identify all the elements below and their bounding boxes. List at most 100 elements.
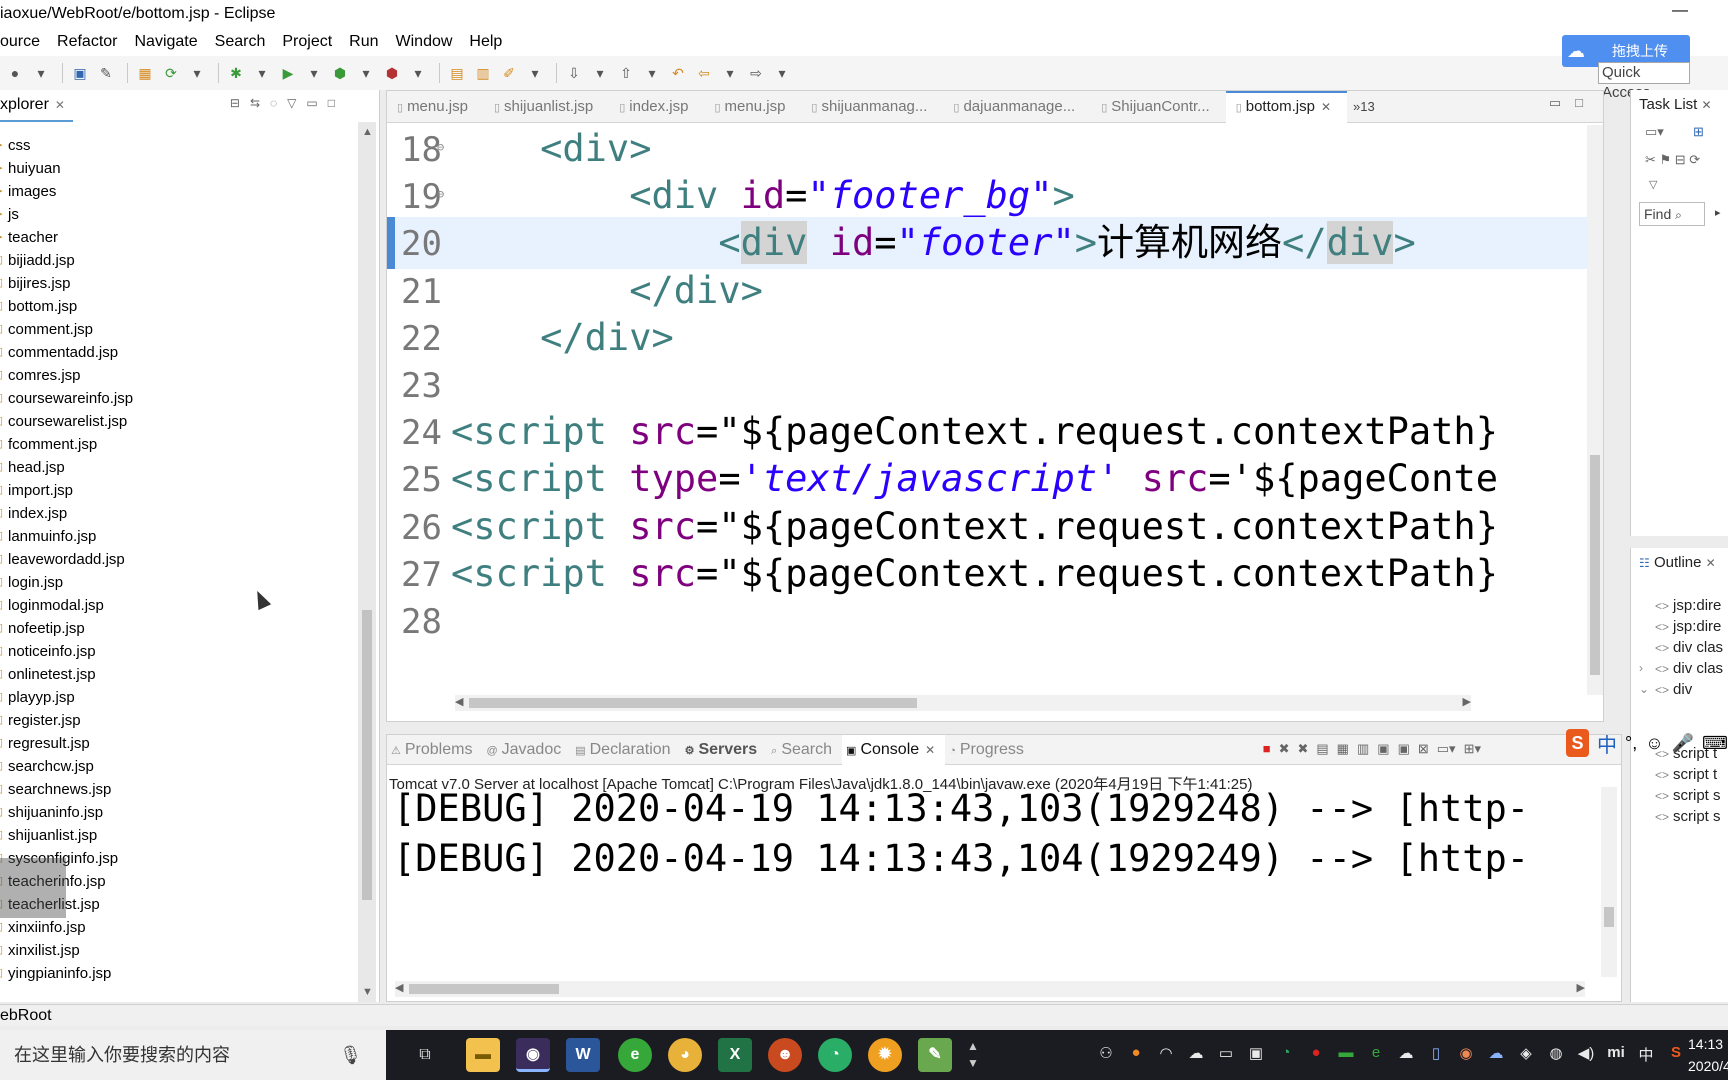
code-line[interactable]: 20 <div id="footer">计算机网络</div>	[387, 217, 1587, 270]
tree-item[interactable]: ▯ xinxiinfo.jsp	[0, 916, 356, 939]
skip-breakpoints-icon[interactable]: ✎	[95, 62, 117, 84]
battery-icon[interactable]: ▭	[1216, 1044, 1236, 1065]
code-line[interactable]: 19⊖ <div id="footer_bg">	[387, 170, 1587, 222]
open-console-icon[interactable]: ⊞▾	[1464, 741, 1481, 757]
cloud-sync-icon[interactable]: ☁	[1186, 1044, 1206, 1065]
console-tab[interactable]: ◔ Progress	[945, 741, 1034, 759]
menu-item[interactable]: Search	[215, 33, 266, 51]
collapse-all-icon[interactable]: ⊟	[230, 96, 240, 110]
chevron-down-icon[interactable]: ▾	[719, 62, 741, 84]
wechat-icon[interactable]: ◔	[818, 1038, 852, 1072]
editor-tab[interactable]: ▯ shijuanlist.jsp	[484, 91, 609, 123]
display-console-icon[interactable]: ▭▾	[1437, 741, 1456, 757]
debug-bug-icon[interactable]: ✱	[225, 62, 247, 84]
chevron-down-icon[interactable]: ▾	[186, 62, 208, 84]
outline-tab[interactable]: ☷ Outline ✕	[1639, 554, 1716, 571]
tree-item[interactable]: ▯ noticeinfo.jsp	[0, 640, 356, 663]
build-icon[interactable]: ▦	[134, 62, 156, 84]
tree-item[interactable]: ▯ yingpianinfo.jsp	[0, 962, 356, 985]
code-line[interactable]: 21 </div>	[387, 265, 1587, 317]
tree-item[interactable]: ▯ playyp.jsp	[0, 686, 356, 709]
console-tab[interactable]: @ Javadoc	[482, 741, 571, 759]
code-area[interactable]: 18⊖ <div> 19⊖ <div id="footer_bg"> 20 <div…	[387, 123, 1587, 693]
categories-icon[interactable]: ⊞	[1693, 124, 1704, 140]
menu-item[interactable]: Project	[282, 33, 332, 51]
language-indicator[interactable]: 中	[1636, 1044, 1656, 1065]
tree-item[interactable]: ▯ coursewareinfo.jsp	[0, 387, 356, 410]
pin-console-icon[interactable]: ⊠	[1418, 741, 1429, 757]
tree-item[interactable]: ▯ leavewordadd.jsp	[0, 548, 356, 571]
punctuation-icon[interactable]: °,	[1625, 733, 1637, 754]
tree-item[interactable]: ▯ fcomment.jsp	[0, 433, 356, 456]
editor-tab[interactable]: ▯ index.jsp	[609, 91, 704, 123]
tree-item[interactable]: ▯ bottom.jsp	[0, 295, 356, 318]
tree-item[interactable]: ▯ login.jsp	[0, 571, 356, 594]
tree-item[interactable]: ▯ onlinetest.jsp	[0, 663, 356, 686]
editor-tab[interactable]: ▯ bottom.jsp ✕	[1225, 90, 1348, 123]
outline-item[interactable]: <> div clas	[1655, 636, 1723, 659]
scroll-left-icon[interactable]: ◀	[395, 981, 403, 994]
server-icon[interactable]: ⬢	[381, 62, 403, 84]
forward-icon[interactable]: ⇨	[745, 62, 767, 84]
eclipse-icon[interactable]: ◉	[516, 1038, 550, 1072]
tree-item[interactable]: ▯ commentadd.jsp	[0, 341, 356, 364]
menu-item[interactable]: Refactor	[57, 33, 117, 51]
wechat-tray-icon[interactable]: ◔	[1276, 1044, 1296, 1065]
editor-vscroll-thumb[interactable]	[1590, 455, 1600, 675]
excel-icon[interactable]: X	[718, 1038, 752, 1072]
people-icon[interactable]: ⚇	[1096, 1044, 1116, 1065]
scroll-up-icon[interactable]: ▲	[362, 126, 373, 138]
view-menu-icon[interactable]: ▽	[1649, 178, 1657, 191]
console-tab[interactable]: ▣ Console ✕	[842, 734, 946, 765]
last-edit-icon[interactable]: ↶	[667, 62, 689, 84]
explorer-tab[interactable]: xplorer ✕	[0, 90, 73, 122]
open-type-icon[interactable]: ▤	[446, 62, 468, 84]
console-tab[interactable]: ▤ Declaration	[571, 741, 680, 759]
tree-item[interactable]: ▯ head.jsp	[0, 456, 356, 479]
usb-icon[interactable]: ▯	[1426, 1044, 1446, 1065]
link-editor-icon[interactable]: ⇆	[250, 96, 260, 110]
menu-item[interactable]: Run	[349, 33, 378, 51]
baidu-tray-icon[interactable]: ☁	[1486, 1044, 1506, 1065]
minimize-icon[interactable]: —	[1672, 2, 1688, 20]
volume-icon[interactable]: ◀)	[1576, 1044, 1596, 1065]
console-hscroll-thumb[interactable]	[409, 984, 559, 994]
sogou-tray-icon[interactable]: S	[1666, 1044, 1686, 1065]
editor-vertical-scrollbar[interactable]	[1587, 125, 1603, 695]
remove-all-icon[interactable]: ✖	[1297, 741, 1308, 757]
scroll-left-icon[interactable]: ◀	[455, 695, 463, 708]
browser-icon[interactable]: e	[618, 1038, 652, 1072]
maximize-view-icon[interactable]: □	[328, 96, 335, 110]
new-task-icon[interactable]: ▭▾	[1645, 124, 1664, 140]
tray-icon[interactable]: ▣	[1246, 1044, 1266, 1065]
search-tool-icon[interactable]: ✐	[498, 62, 520, 84]
tree-item[interactable]: ▯ register.jsp	[0, 709, 356, 732]
tray-app-icon[interactable]: ◉	[1456, 1044, 1476, 1065]
menu-item[interactable]: Help	[469, 33, 502, 51]
minimize-view-icon[interactable]: ▭	[306, 96, 317, 110]
prev-annotation-icon[interactable]: ⇧	[615, 62, 637, 84]
remove-launch-icon[interactable]: ✖	[1279, 741, 1290, 757]
chevron-right-icon[interactable]: ›	[1639, 657, 1643, 680]
taskbar-scroll-icon[interactable]: ▲ ▼	[964, 1038, 982, 1072]
task-find-input[interactable]: Find ⌕	[1639, 202, 1705, 226]
chevron-down-icon[interactable]: ▾	[641, 62, 663, 84]
tree-item[interactable]: ▯ comres.jsp	[0, 364, 356, 387]
tree-item[interactable]: ▸ js	[0, 203, 356, 226]
tree-item[interactable]: ▸ teacher	[0, 226, 356, 249]
console-vertical-scrollbar[interactable]	[1601, 787, 1617, 977]
close-icon[interactable]: ✕	[1321, 100, 1331, 114]
code-line[interactable]: 23	[387, 359, 1587, 411]
outline-item[interactable]: <> jsp:dire	[1655, 615, 1721, 638]
scroll-right-icon[interactable]: ▶	[1577, 981, 1585, 994]
chevron-down-icon[interactable]: ▾	[251, 62, 273, 84]
ime-toolbar[interactable]: S 中 °, ☺ 🎤 ⌨	[1566, 726, 1728, 760]
emoji-icon[interactable]: ☺	[1645, 733, 1663, 754]
outline-item[interactable]: <> script s	[1655, 784, 1721, 807]
keyboard-icon[interactable]: ⌨	[1702, 733, 1728, 754]
tree-item[interactable]: ▯ searchnews.jsp	[0, 778, 356, 801]
tree-item[interactable]: ▯ comment.jsp	[0, 318, 356, 341]
scroll-right-icon[interactable]: ▶	[1463, 695, 1471, 708]
run-external-icon[interactable]: ⬢	[329, 62, 351, 84]
onedrive-icon[interactable]: ☁	[1396, 1044, 1416, 1065]
